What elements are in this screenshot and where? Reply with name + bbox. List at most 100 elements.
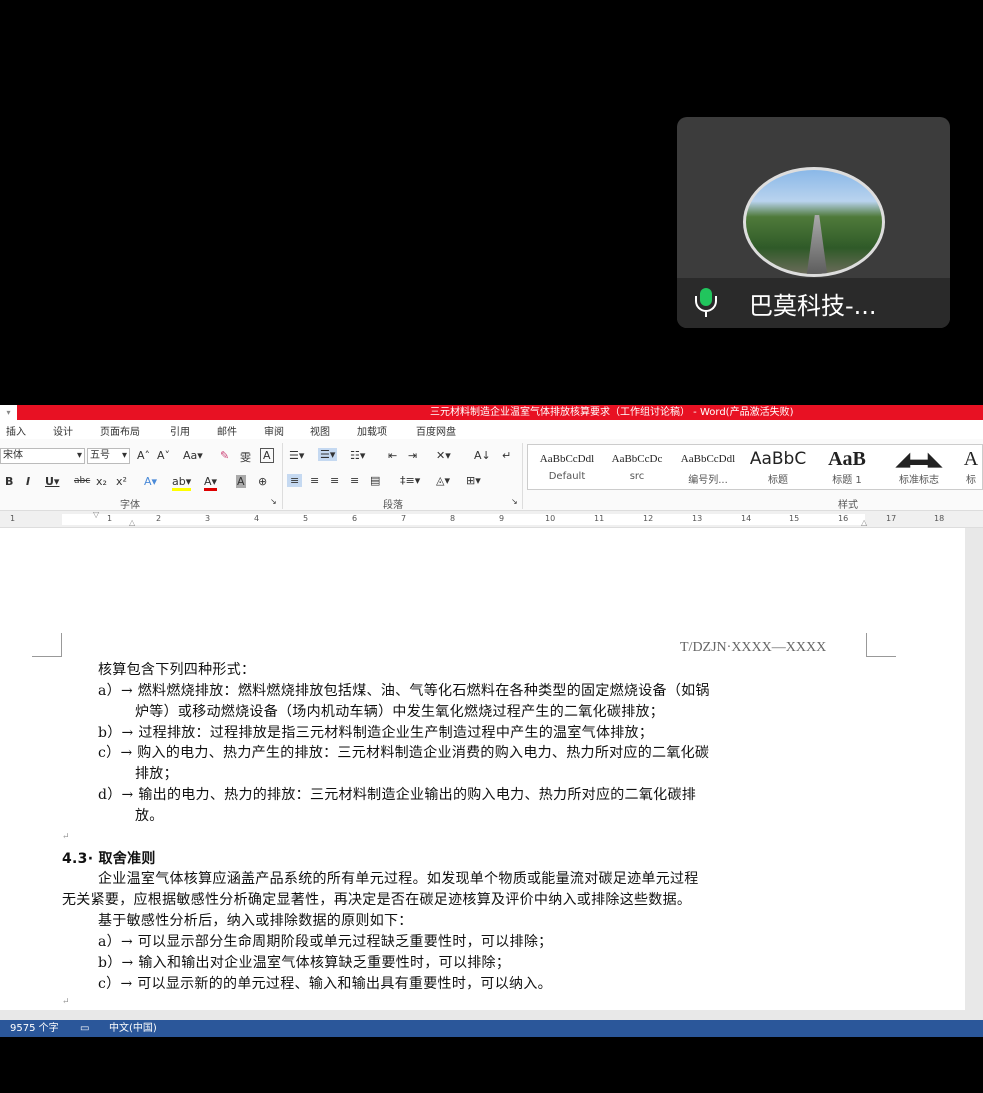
ruler-tick: 14 bbox=[741, 514, 752, 523]
ruler-tick: 17 bbox=[886, 514, 897, 523]
hanging-indent-marker[interactable]: △ bbox=[129, 518, 135, 527]
style-preview: AaB bbox=[828, 448, 866, 470]
underline-icon[interactable]: U▾ bbox=[45, 475, 59, 488]
enclose-char-icon[interactable]: ⊕ bbox=[258, 475, 267, 488]
justify-icon[interactable]: ≡ bbox=[350, 474, 359, 487]
horizontal-ruler[interactable]: 1 1 2 3 4 5 6 7 8 9 10 11 12 13 14 15 16… bbox=[0, 510, 983, 528]
tab-layout[interactable]: 页面布局 bbox=[100, 423, 140, 438]
dialog-launcher-icon[interactable]: ↘ bbox=[511, 497, 518, 506]
styles-gallery: AaBbCcDdl Default AaBbCcDc src AaBbCcDdl 编号… bbox=[527, 444, 983, 490]
numbering-icon[interactable]: ☰▾ bbox=[318, 448, 338, 461]
phonetic-guide-icon[interactable]: 雯 bbox=[240, 449, 251, 465]
proofing-icon[interactable]: ▭ bbox=[80, 1020, 89, 1037]
status-bar: 9575 个字 ▭ 中文(中国) bbox=[0, 1020, 983, 1037]
align-left-icon[interactable]: ≡ bbox=[287, 474, 303, 487]
align-right-icon[interactable]: ≡ bbox=[330, 474, 339, 487]
style-label: src bbox=[629, 471, 645, 482]
tab-review[interactable]: 审阅 bbox=[264, 423, 284, 438]
italic-icon[interactable]: I bbox=[26, 475, 30, 488]
ruler-tick: 16 bbox=[838, 514, 849, 523]
ruler-tick: 13 bbox=[692, 514, 703, 523]
clear-format-icon[interactable]: ✎ bbox=[220, 449, 229, 462]
style-default[interactable]: AaBbCcDdl Default bbox=[532, 447, 602, 482]
strikethrough-icon[interactable]: abc bbox=[74, 476, 90, 486]
show-marks-icon[interactable]: ↵ bbox=[502, 449, 511, 462]
doc-line: 基于敏感性分析后，纳入或排除数据的原则如下： bbox=[98, 913, 413, 929]
bullets-icon[interactable]: ☰▾ bbox=[289, 449, 304, 462]
divider bbox=[522, 443, 523, 509]
ruler-tick: 9 bbox=[499, 514, 505, 523]
word-count[interactable]: 9575 个字 bbox=[10, 1020, 59, 1037]
paragraph-mark: ↵ bbox=[62, 832, 70, 842]
borders-icon[interactable]: ⊞▾ bbox=[466, 474, 481, 487]
align-center-icon[interactable]: ≡ bbox=[310, 474, 319, 487]
shading-icon[interactable]: ◬▾ bbox=[436, 474, 450, 487]
distributed-icon[interactable]: ▤ bbox=[370, 474, 380, 487]
doc-line: c）→ 可以显示新的的单元过程、输入和输出具有重要性时，可以纳入。 bbox=[98, 976, 552, 992]
superscript-icon[interactable]: x² bbox=[116, 475, 127, 488]
font-group-label: 字体 bbox=[120, 500, 140, 511]
multilevel-list-icon[interactable]: ☷▾ bbox=[350, 449, 365, 462]
font-color-icon[interactable]: A▾ bbox=[204, 475, 218, 491]
char-shading-icon[interactable]: A bbox=[236, 475, 246, 488]
char-border-icon[interactable]: A bbox=[260, 448, 274, 463]
page-bottom-gap bbox=[0, 1010, 983, 1020]
style-preview: AaBbC bbox=[749, 449, 807, 469]
paragraph-group-label: 段落 bbox=[383, 500, 403, 511]
dialog-launcher-icon[interactable]: ↘ bbox=[270, 497, 277, 506]
style-label: Default bbox=[548, 471, 586, 482]
ribbon: 宋体 ▾ 五号 ▾ A˄ A˅ Aa▾ ✎ 雯 A B I U▾ abc x₂ x²… bbox=[0, 439, 983, 511]
participant-avatar bbox=[743, 167, 885, 277]
tab-insert[interactable]: 插入 bbox=[6, 423, 26, 438]
ruler-tick: 8 bbox=[450, 514, 456, 523]
font-size-select[interactable]: 五号 ▾ bbox=[87, 448, 130, 464]
chinese-layout-icon[interactable]: ✕▾ bbox=[436, 449, 451, 462]
sort-icon[interactable]: A↓ bbox=[474, 449, 491, 462]
tab-addins[interactable]: 加载项 bbox=[357, 423, 387, 438]
style-src[interactable]: AaBbCcDc src bbox=[602, 447, 672, 482]
tab-references[interactable]: 引用 bbox=[170, 423, 190, 438]
participant-namebar: 巴莫科技-... bbox=[677, 278, 950, 328]
grow-font-icon[interactable]: A˄ bbox=[137, 449, 150, 462]
decrease-indent-icon[interactable]: ⇤ bbox=[388, 449, 397, 462]
tab-mailings[interactable]: 邮件 bbox=[217, 423, 237, 438]
tab-design[interactable]: 设计 bbox=[53, 423, 73, 438]
subscript-icon[interactable]: x₂ bbox=[96, 475, 107, 488]
participant-name: 巴莫科技-... bbox=[749, 292, 877, 320]
style-numbered-list[interactable]: AaBbCcDdl 编号列... bbox=[673, 447, 743, 486]
shrink-font-icon[interactable]: A˅ bbox=[157, 449, 170, 462]
text-effects-icon[interactable]: A▾ bbox=[144, 475, 157, 488]
bold-icon[interactable]: B bbox=[5, 475, 13, 488]
tab-baidu-netdisk[interactable]: 百度网盘 bbox=[416, 423, 456, 438]
section-heading: 4.3· 取舍准则 bbox=[62, 851, 156, 867]
ruler-tick: 12 bbox=[643, 514, 654, 523]
paragraph-mark: ↵ bbox=[62, 997, 70, 1007]
style-more[interactable]: A标 bbox=[958, 447, 983, 486]
language-indicator[interactable]: 中文(中国) bbox=[109, 1020, 157, 1037]
style-heading-1[interactable]: AaB 标题 1 bbox=[814, 447, 880, 486]
doc-line: d）→ 输出的电力、热力的排放：三元材料制造企业输出的购入电力、热力所对应的二氧… bbox=[98, 787, 697, 803]
ruler-tick: 10 bbox=[545, 514, 556, 523]
first-line-indent-marker[interactable]: ▽ bbox=[93, 510, 99, 519]
right-indent-marker[interactable]: △ bbox=[861, 518, 867, 527]
doc-line: 放。 bbox=[135, 808, 164, 824]
font-name-select[interactable]: 宋体 ▾ bbox=[0, 448, 85, 464]
line-spacing-icon[interactable]: ‡≡▾ bbox=[400, 474, 420, 487]
change-case-icon[interactable]: Aa▾ bbox=[183, 449, 203, 462]
increase-indent-icon[interactable]: ⇥ bbox=[408, 449, 417, 462]
highlight-icon[interactable]: ab▾ bbox=[172, 475, 192, 491]
chevron-down-icon: ▾ bbox=[76, 450, 82, 461]
divider bbox=[282, 443, 283, 509]
quick-access-dropdown-icon[interactable]: ▾ bbox=[0, 405, 17, 420]
tab-view[interactable]: 视图 bbox=[310, 423, 330, 438]
margin-corner-mark bbox=[866, 633, 896, 657]
vertical-scrollbar[interactable] bbox=[965, 528, 983, 1010]
ruler-tick: 18 bbox=[934, 514, 945, 523]
microphone-icon[interactable] bbox=[691, 288, 721, 318]
style-standard-mark[interactable]: ◢▬◣ 标准标志 bbox=[884, 447, 954, 486]
style-preview: A bbox=[963, 448, 979, 470]
style-title[interactable]: AaBbC 标题 bbox=[745, 447, 811, 486]
style-label: 编号列... bbox=[688, 475, 728, 486]
ruler-tick: 3 bbox=[205, 514, 211, 523]
window-title: 三元材料制造企业温室气体排放核算要求（工作组讨论稿） - Word(产品激活失败… bbox=[430, 407, 794, 418]
